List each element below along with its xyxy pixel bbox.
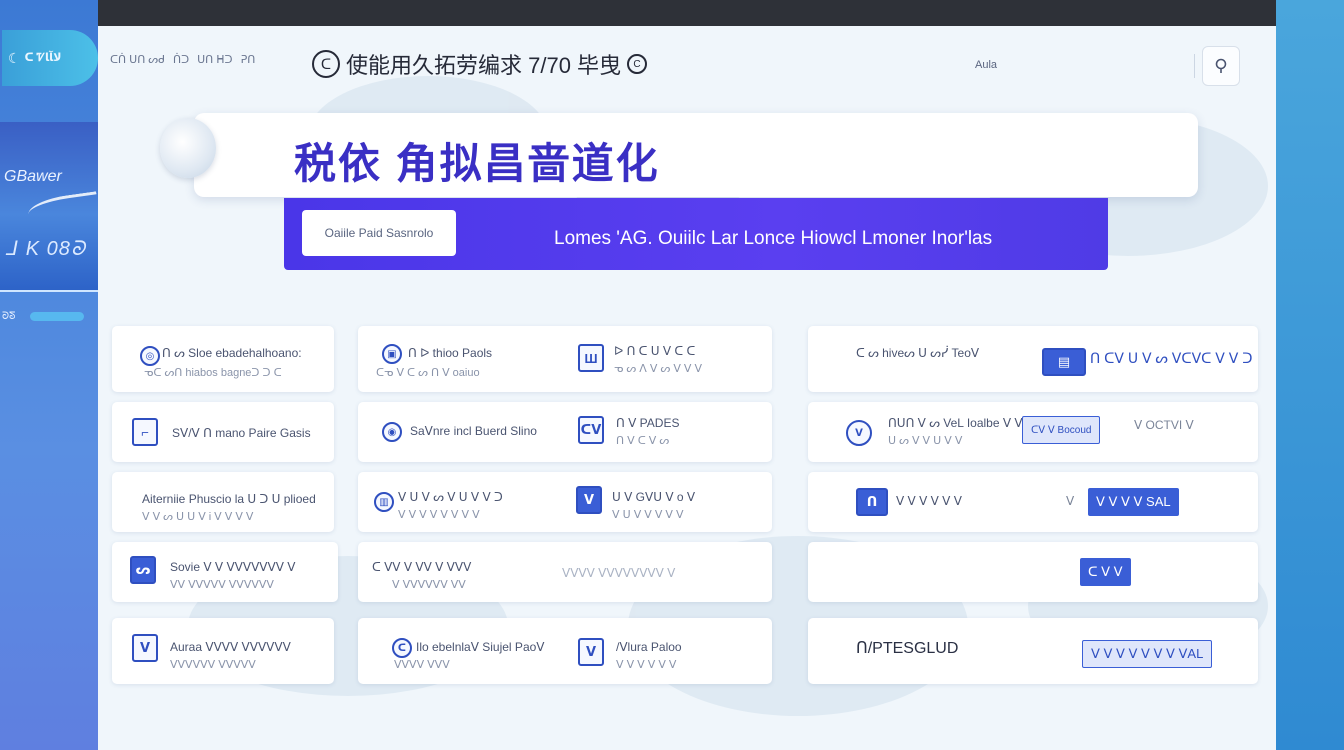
- sidebar-tag: ᘐᘕ: [2, 311, 16, 322]
- sidebar-logo[interactable]: ☾ ᑕ Ꮴﻻﺂﺎ: [2, 30, 98, 86]
- hero-title: 税依 角拟昌啬道化: [294, 140, 660, 187]
- card-title: ᑎ ᔕ Sloe ebadehalhoano:: [162, 346, 302, 360]
- card-icon: ▤: [1042, 348, 1086, 376]
- card-title: Sᐯ/ᐯ ᑎ mano Paire Gasis: [172, 426, 311, 440]
- card-subtitle: ᐯᐯᐯᐯᐯᐯ ᐯᐯᐯᐯᐯ: [170, 659, 256, 671]
- card-badge: ᐯ ᐯ ᐯ ᐯ SAL: [1088, 488, 1179, 516]
- card-subtitle: ᑎ ᐯ ᑕ ᐯ ᔕ: [616, 435, 670, 447]
- service-card[interactable]: Aiterniie Phuscio la ᑌ ᑐ ᑌ plioed ᐯ ᐯ ᔕ …: [112, 472, 334, 532]
- card-icon: ᑕ: [392, 638, 412, 658]
- right-edge-panel: [1276, 0, 1344, 750]
- card-title: ᑎ ᐅ thioo Paols: [408, 346, 493, 360]
- card-subtitle: ᐯᐯᐯᐯ ᐯᐯᐯ: [394, 659, 450, 671]
- service-card[interactable]: ⌐ Sᐯ/ᐯ ᑎ mano Paire Gasis: [112, 402, 334, 462]
- card-title: ᐯ ᐯ ᐯ ᐯ ᐯ ᐯ: [896, 494, 962, 508]
- app-header: ᑕᑏ ᑌᑎ ᔕᑯ ᑏᑐ ᑌᑎ ᕼᑐ ᕈᑎ ᑕ 使能用久拓劳编求 7/70 毕曳 …: [98, 26, 1276, 106]
- sidebar-logo-text: ᑕ Ꮴﻻﺂﺎ: [24, 52, 62, 64]
- nav-item-1[interactable]: ᑕᑏ ᑌᑎ ᔕᑯ: [110, 53, 165, 66]
- card-title: ᐯ ᑌ ᐯ ᔕ ᐯ ᑌ ᐯ ᐯ ᑐ: [398, 490, 503, 504]
- search-button[interactable]: [1202, 46, 1240, 86]
- card-icon: ᐯ: [132, 634, 158, 662]
- service-card[interactable]: ᑕ ᔕ hiveᔕ ᑌ ᔕᓰ Teoᐯ ▤ ᑎ ᑕᐯ ᑌ ᐯ ᔕ ᐯᑕᐯᑕ ᐯ …: [808, 326, 1258, 392]
- card-subtitle: ᐯ ᐯᐯᐯᐯᐯᐯ ᐯᐯ: [392, 579, 466, 591]
- card-title: ᑎᑌᑎ ᐯ ᔕ VeL Ioalbe ᐯ ᐯ: [888, 416, 1023, 430]
- service-card[interactable]: ᑕ ᐯᐯ ᐯ ᐯᐯ ᐯ ᐯᐯᐯ ᐯ ᐯᐯᐯᐯᐯᐯ ᐯᐯ ᐯᐯᐯᐯ ᐯᐯᐯᐯᐯᐯᐯ…: [358, 542, 772, 602]
- brand-text: 使能用久拓劳编求 7/70 毕曳: [346, 53, 622, 78]
- service-card[interactable]: ◉ Saᐯnre incl Buerd Slino ᑕᐯ ᑎ ᐯ PADES ᑎ…: [358, 402, 772, 462]
- window-titlebar: [98, 0, 1276, 26]
- card-title: ᑕ ᔕ hiveᔕ ᑌ ᔕᓰ Teoᐯ: [856, 346, 980, 360]
- card-title: Auraa ᐯᐯᐯᐯ ᐯᐯᐯᐯᐯᐯ: [170, 640, 291, 654]
- card-title: Ilo ebelnlaᐯ Siujel Paoᐯ: [416, 640, 545, 654]
- service-card[interactable]: ◎ ᑎ ᔕ Sloe ebadehalhoano: ᓀᑕ ᔕᑎ hiabos b…: [112, 326, 334, 392]
- card-icon: ▣: [382, 344, 402, 364]
- card-subtitle: ᐯ ᐯ ᐯ ᐯ ᐯ ᐯ ᐯ ᐯ: [398, 509, 480, 521]
- card-title: Aiterniie Phuscio la ᑌ ᑐ ᑌ plioed: [142, 492, 316, 506]
- brand-end-icon: C: [627, 54, 648, 74]
- card-icon: ᑎ: [856, 488, 888, 516]
- card-icon: ᐯ: [578, 638, 604, 666]
- card-title: ᑕ ᐯᐯ ᐯ ᐯᐯ ᐯ ᐯᐯᐯ: [372, 560, 472, 574]
- card-icon: ᔕ: [130, 556, 156, 584]
- service-card[interactable]: ▣ ᑎ ᐅ thioo Paols ᑕᓀ ᐯ ᑕ ᔕ ᑎ ᐯ oaiuo Ш ᐅ…: [358, 326, 772, 392]
- card-title: ᐅ ᑎ ᑕ ᑌ ᐯ ᑕ ᑕ: [614, 344, 696, 358]
- card-title: Sovie ᐯ ᐯ ᐯᐯᐯᐯᐯᐯᐯ ᐯ: [170, 560, 296, 574]
- brand-title: ᑕ 使能用久拓劳编求 7/70 毕曳 C: [312, 48, 648, 80]
- card-subtitle: ᐯ ᐯ ᐯ ᐯ ᐯ ᐯ: [616, 659, 677, 671]
- brand-logo-icon: ᑕ: [312, 50, 340, 78]
- header-divider: [1194, 54, 1195, 78]
- service-card[interactable]: ᑎ ᐯ ᐯ ᐯ ᐯ ᐯ ᐯ ᐯ ᐯ ᐯ ᐯ ᐯ SAL: [808, 472, 1258, 532]
- card-icon: ᐯ: [846, 420, 872, 446]
- card-badge: ᑕ ᐯ ᐯ: [1080, 558, 1131, 586]
- card-subtitle: ᑌ ᔕ ᐯ ᐯ ᑌ ᐯ ᐯ: [888, 435, 963, 447]
- card-title: ᑌ ᐯ Gᐯᑌ ᐯ o ᐯ: [612, 490, 696, 504]
- globe-icon: [160, 118, 216, 178]
- card-icon: Ш: [578, 344, 604, 372]
- user-label[interactable]: Aula: [975, 59, 997, 71]
- sidebar-progress-pill[interactable]: [30, 312, 84, 321]
- service-card[interactable]: ᑎ/PTESGLUD ᐯ ᐯ ᐯ ᐯ ᐯ ᐯ ᐯ ᐯAL: [808, 618, 1258, 684]
- left-sidebar: ☾ ᑕ Ꮴﻻﺂﺎ GBawer ᒧ K 08ᘐ ᘐᘕ: [0, 0, 100, 750]
- card-icon: ◉: [382, 422, 402, 442]
- card-icon: ᑕᐯ: [578, 416, 604, 444]
- service-card[interactable]: ᑕ ᐯ ᐯ: [808, 542, 1258, 602]
- banner-action-button[interactable]: Oaiile Paid Sasnrolo: [302, 210, 456, 256]
- service-card[interactable]: ▥ ᐯ ᑌ ᐯ ᔕ ᐯ ᑌ ᐯ ᐯ ᑐ ᐯ ᐯ ᐯ ᐯ ᐯ ᐯ ᐯ ᐯ ᐯ ᑌ …: [358, 472, 772, 532]
- service-card[interactable]: ᔕ Sovie ᐯ ᐯ ᐯᐯᐯᐯᐯᐯᐯ ᐯ ᐯᐯ ᐯᐯᐯᐯᐯ ᐯᐯᐯᐯᐯᐯ: [112, 542, 338, 602]
- sidebar-brand: GBawer: [4, 168, 62, 185]
- card-badge: ᐯ ᐯ ᐯ ᐯ ᐯ ᐯ ᐯ ᐯAL: [1082, 640, 1213, 668]
- card-title: ᑎ ᑕᐯ ᑌ ᐯ ᔕ ᐯᑕᐯᑕ ᐯ ᐯ ᑐ: [1090, 350, 1253, 366]
- card-badge: ᑕᐯ ᐯ Bocoud: [1022, 416, 1101, 444]
- banner-text: Lomes 'AG. Ouiilc Lar Lonce Hiowcl Lmone…: [554, 228, 993, 249]
- search-icon: [1215, 58, 1227, 73]
- card-subtitle: ᓀᑕ ᔕᑎ hiabos bagneᑐ ᑐ ᑕ: [144, 367, 282, 379]
- service-card[interactable]: ᐯ ᑎᑌᑎ ᐯ ᔕ VeL Ioalbe ᐯ ᐯ ᑌ ᔕ ᐯ ᐯ ᑌ ᐯ ᐯ ᑕ…: [808, 402, 1258, 462]
- card-icon: ◎: [140, 346, 160, 366]
- card-title: ᑎ/PTESGLUD: [856, 640, 959, 657]
- card-title: /ᐯlura Paloo: [616, 640, 682, 654]
- main-panel: ᑕᑏ ᑌᑎ ᔕᑯ ᑏᑐ ᑌᑎ ᕼᑐ ᕈᑎ ᑕ 使能用久拓劳编求 7/70 毕曳 …: [98, 26, 1276, 750]
- card-subtitle: ᓀ ᔕ ᐱ ᐯ ᔕ ᐯ ᐯ ᐯ: [614, 363, 702, 375]
- nav-item-4[interactable]: ᕈᑎ: [241, 53, 256, 66]
- card-side-note: ᐯ OCTVI ᐯ: [1134, 418, 1194, 432]
- card-title: Saᐯnre incl Buerd Slino: [410, 424, 537, 438]
- card-icon: ▥: [374, 492, 394, 512]
- service-card[interactable]: ᐯ Auraa ᐯᐯᐯᐯ ᐯᐯᐯᐯᐯᐯ ᐯᐯᐯᐯᐯᐯ ᐯᐯᐯᐯᐯ: [112, 618, 334, 684]
- card-subtitle: ᑕᓀ ᐯ ᑕ ᔕ ᑎ ᐯ oaiuo: [376, 367, 480, 379]
- card-icon: ⌐: [132, 418, 158, 446]
- card-side-note: ᐯ: [1066, 494, 1075, 508]
- card-subtitle: ᐯ ᑌ ᐯ ᐯ ᐯ ᐯ ᐯ: [612, 509, 684, 521]
- sidebar-metric: ᒧ K 08ᘐ: [6, 238, 86, 260]
- nav-item-2[interactable]: ᑏᑐ: [173, 53, 189, 66]
- nav-menu: ᑕᑏ ᑌᑎ ᔕᑯ ᑏᑐ ᑌᑎ ᕼᑐ ᕈᑎ: [110, 53, 255, 66]
- nav-item-3[interactable]: ᑌᑎ ᕼᑐ: [197, 53, 232, 66]
- card-icon: ᐯ: [576, 486, 602, 514]
- card-title: ᑎ ᐯ PADES: [616, 416, 680, 430]
- card-subtitle: ᐯ ᐯ ᔕ ᑌ ᑌ ᐯ Ꭵ ᐯ ᐯ ᐯ ᐯ: [142, 511, 254, 523]
- card-subtitle: ᐯᐯ ᐯᐯᐯᐯᐯ ᐯᐯᐯᐯᐯᐯ: [170, 579, 274, 591]
- service-card[interactable]: ᑕ Ilo ebelnlaᐯ Siujel Paoᐯ ᐯᐯᐯᐯ ᐯᐯᐯ ᐯ /ᐯ…: [358, 618, 772, 684]
- card-title: ᐯᐯᐯᐯ ᐯᐯᐯᐯᐯᐯᐯᐯ ᐯ: [562, 566, 676, 580]
- logo-icon: ☾: [8, 49, 21, 66]
